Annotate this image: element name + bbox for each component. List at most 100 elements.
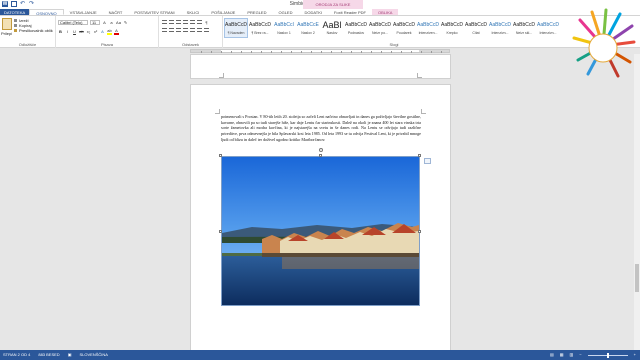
tab-osnovno[interactable]: OSNOVNO xyxy=(29,9,64,16)
festival-lent-badge xyxy=(572,8,636,78)
brush-icon xyxy=(14,29,17,32)
align-center-icon[interactable] xyxy=(169,28,174,32)
print-layout-icon[interactable]: ▦ xyxy=(560,350,564,360)
zoom-slider[interactable] xyxy=(587,352,628,358)
ruler-tick xyxy=(371,51,372,53)
tab-datoteka[interactable]: DATOTEKA xyxy=(0,9,30,15)
zoom-knob[interactable] xyxy=(606,352,609,358)
shrink-font-icon[interactable]: a xyxy=(109,20,114,25)
ruler-tick xyxy=(231,51,232,53)
tab-po-iljanje[interactable]: POŠILJANJE xyxy=(205,9,241,15)
decrease-indent-icon[interactable] xyxy=(183,20,188,24)
page-current[interactable]: poimenovali s Prostan. V 80-tih letih 20… xyxy=(190,84,451,350)
format-painter-button[interactable]: Preslikovalnik oblik xyxy=(14,28,53,33)
copy-icon xyxy=(14,24,17,27)
clipboard-group: Prilepi Izreži Kopiraj Preslikovalnik ob… xyxy=(0,16,56,48)
resize-handle-e[interactable] xyxy=(418,230,421,233)
font-name-select[interactable]: Calibri (Telo) xyxy=(58,20,88,25)
horizontal-ruler[interactable] xyxy=(190,49,450,53)
resize-handle-nw[interactable] xyxy=(219,154,222,157)
ruler-tick xyxy=(251,51,252,53)
context-tab-group-label: ORODJA ZA SLIKE xyxy=(303,0,363,9)
numbering-icon[interactable] xyxy=(169,20,174,24)
layout-options-icon[interactable] xyxy=(424,158,431,164)
proofing-icon[interactable]: ▣ xyxy=(68,350,72,360)
web-layout-icon[interactable]: ▥ xyxy=(570,350,574,360)
increase-indent-icon[interactable] xyxy=(190,20,195,24)
ruler-tick xyxy=(421,51,422,53)
highlight-icon[interactable]: ab xyxy=(107,28,112,35)
align-left-icon[interactable] xyxy=(162,28,167,32)
rotate-handle[interactable] xyxy=(319,148,323,152)
shading-icon[interactable] xyxy=(197,28,202,32)
scrollbar-thumb[interactable] xyxy=(635,264,639,292)
bold-icon[interactable]: B xyxy=(58,29,63,34)
ruler-tick xyxy=(431,51,432,53)
superscript-icon[interactable]: x² xyxy=(93,29,98,34)
ruler-left-margin xyxy=(191,50,221,52)
tab-pregled[interactable]: PREGLED xyxy=(241,9,272,15)
read-mode-icon[interactable]: ▤ xyxy=(550,350,554,360)
tab-sklici[interactable]: SKLICI xyxy=(181,9,206,15)
ruler-tick xyxy=(211,51,212,53)
justify-icon[interactable] xyxy=(183,28,188,32)
font-color-icon[interactable]: A xyxy=(114,28,119,35)
subscript-icon[interactable]: x₂ xyxy=(86,29,91,34)
strikethrough-icon[interactable]: ab xyxy=(79,29,84,34)
resize-handle-n[interactable] xyxy=(319,154,322,157)
paste-button-label[interactable]: Prilepi xyxy=(1,31,12,36)
ruler-right-margin xyxy=(419,50,449,52)
grow-font-icon[interactable]: A xyxy=(102,20,107,25)
align-right-icon[interactable] xyxy=(176,28,181,32)
tab-na-rt[interactable]: NAČRT xyxy=(103,9,129,15)
ruler-tick xyxy=(201,51,202,53)
line-spacing-icon[interactable] xyxy=(190,28,195,32)
vertical-scrollbar[interactable] xyxy=(634,54,640,350)
bullets-icon[interactable] xyxy=(162,20,167,24)
sort-icon[interactable] xyxy=(197,20,202,24)
body-paragraph[interactable]: poimenovali s Prostan. V 80-tih letih 20… xyxy=(221,114,421,143)
underline-icon[interactable]: U xyxy=(72,29,77,34)
tab-vstavljanje[interactable]: VSTAVLJANJE xyxy=(64,9,103,15)
italic-icon[interactable]: I xyxy=(65,29,70,34)
language-indicator[interactable]: SLOVENŠČINA xyxy=(79,350,107,360)
tab-postavitev-strani[interactable]: POSTAVITEV STRANI xyxy=(128,9,180,15)
zoom-out-icon[interactable]: − xyxy=(579,350,581,360)
ruler-tick xyxy=(331,51,332,53)
zoom-in-icon[interactable]: + xyxy=(634,350,636,360)
change-case-icon[interactable]: Aa xyxy=(116,20,121,25)
title-bar: W ↶ ↷ Simbioza-kasabl3šk - Word ORODJA Z… xyxy=(0,0,640,9)
multilevel-list-icon[interactable] xyxy=(176,20,181,24)
text-effects-icon[interactable]: A xyxy=(100,29,105,34)
ruler-tick xyxy=(351,51,352,53)
clipboard-group-label: Odložišče xyxy=(18,42,37,47)
tab-dodatki[interactable]: DODATKI xyxy=(299,9,328,15)
ruler-tick xyxy=(321,51,322,53)
ruler-tick xyxy=(291,51,292,53)
maribor-lent-photo xyxy=(222,157,419,305)
ribbon-tabs: DATOTEKA OSNOVNO VSTAVLJANJE NAČRT POSTAVITE… xyxy=(0,9,640,16)
page-count[interactable]: STRAN 2 OD 4 xyxy=(3,350,30,360)
ruler-tick xyxy=(241,51,242,53)
status-bar: STRAN 2 OD 4 883 BESED ▣ SLOVENŠČINA ▤ ▦… xyxy=(0,350,640,360)
tab-oblika[interactable]: OBLIKA xyxy=(372,9,399,15)
borders-icon[interactable] xyxy=(204,28,209,32)
word-count[interactable]: 883 BESED xyxy=(38,350,59,360)
ribbon: Prilepi Izreži Kopiraj Preslikovalnik ob… xyxy=(0,16,640,48)
clear-format-icon[interactable]: ✎ xyxy=(123,20,128,25)
show-marks-icon[interactable]: ¶ xyxy=(204,20,209,25)
crop-mark xyxy=(219,73,224,78)
styles-group-label: Slogi xyxy=(389,42,399,47)
ruler-tick xyxy=(341,51,342,53)
ruler-tick xyxy=(441,51,442,53)
tab-ogled[interactable]: OGLED xyxy=(272,9,298,15)
font-size-select[interactable]: 11 xyxy=(90,20,100,25)
font-group-label: Pisava xyxy=(100,42,113,47)
tab-foxit-reader-pdf[interactable]: Foxit Reader PDF xyxy=(328,9,372,15)
resize-handle-ne[interactable] xyxy=(418,154,421,157)
scissors-icon xyxy=(14,19,17,22)
resize-handle-w[interactable] xyxy=(219,230,222,233)
paste-icon[interactable] xyxy=(2,18,12,30)
selected-picture[interactable] xyxy=(221,156,420,306)
format-painter-label: Preslikovalnik oblik xyxy=(19,28,53,33)
